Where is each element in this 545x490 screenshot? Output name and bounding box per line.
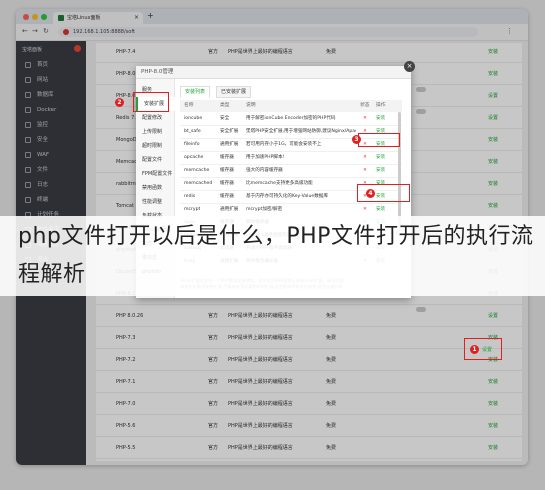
dialog-menu-item[interactable]: 上传限制 xyxy=(136,125,174,139)
marker-3: 3 xyxy=(352,135,361,144)
ext-name: ioncube xyxy=(184,116,203,121)
ext-type: 缓存器 xyxy=(220,155,234,160)
marker-4: 4 xyxy=(366,189,375,198)
table-row: ioncube 安全 用于解密ionCube Encoder加密的PHP代码 ✕ 安装 xyxy=(180,113,402,126)
col-status: 状态 xyxy=(360,103,370,108)
dialog-title: PHP-8.0管理 xyxy=(141,69,174,75)
title-banner: php文件打开以后是什么，PHP文件打开后的执行流程解析 xyxy=(0,216,545,296)
ext-type: 安全 xyxy=(220,116,230,121)
dialog-menu-item[interactable]: 配置文件 xyxy=(136,153,174,167)
article-title: php文件打开以后是什么，PHP文件打开后的执行流程解析 xyxy=(18,224,534,287)
col-type: 类型 xyxy=(220,103,230,108)
table-row: memcache 缓存器 强大的内容缓存器 ✕ 安装 xyxy=(180,165,402,178)
ext-desc: 比memcache支持更多高级功能 xyxy=(246,181,313,186)
dialog-menu-item[interactable]: 配置修改 xyxy=(136,111,174,125)
dialog-titlebar: PHP-8.0管理 xyxy=(136,66,411,79)
ext-name: memcache xyxy=(184,168,210,173)
ext-desc: 用于解密ionCube Encoder加密的PHP代码 xyxy=(246,116,336,121)
ext-type: 缓存器 xyxy=(220,181,234,186)
dialog-menu-item[interactable]: 性能调整 xyxy=(136,195,174,209)
status-not-installed-icon: ✕ xyxy=(363,207,367,212)
install-button[interactable]: 安装 xyxy=(376,204,385,216)
col-desc: 说明 xyxy=(246,103,256,108)
status-not-installed-icon: ✕ xyxy=(363,155,367,160)
ext-desc: mcrypt加密/解密 xyxy=(246,207,283,212)
ext-type: 缓存器 xyxy=(220,194,234,199)
ext-name: redis xyxy=(184,194,196,199)
ext-name: opcache xyxy=(184,155,204,160)
ext-type: 安全扩展 xyxy=(220,129,239,134)
tab-install-list[interactable]: 安装列表 xyxy=(180,86,211,98)
ext-type: 通用扩展 xyxy=(220,142,239,147)
ext-name: memcached xyxy=(184,181,213,186)
install-button[interactable]: 安装 xyxy=(376,113,385,125)
ext-type: 通用扩展 xyxy=(220,207,239,212)
install-button[interactable]: 安装 xyxy=(376,152,385,164)
table-header: 名称 类型 说明 状态 操作 xyxy=(180,100,402,112)
install-button[interactable]: 安装 xyxy=(376,165,385,177)
dialog-menu-item[interactable]: FPM配置文件 xyxy=(136,167,174,181)
marker-2: 2 xyxy=(115,98,124,107)
ext-name: mcrypt xyxy=(184,207,201,212)
ext-desc: 用于加速PHP脚本! xyxy=(246,155,285,160)
ext-name: fileinfo xyxy=(184,142,200,147)
php-settings-link[interactable]: 设置 xyxy=(482,346,492,353)
ext-desc: 基于内存亦可持久化的Key-Value数据库 xyxy=(246,194,328,199)
tab-installed-ext[interactable]: 已安装扩展 xyxy=(216,86,252,98)
col-name: 名称 xyxy=(184,103,194,108)
scrollbar[interactable] xyxy=(398,112,401,232)
ext-desc: 若可用内存小于1G，可能会安装不上 xyxy=(246,142,322,147)
dialog-close-button[interactable]: × xyxy=(404,61,415,72)
ext-desc: 堡塔PHP安全扩展,用于增强网站防御,建议Nginx/Apache用户安装 xyxy=(246,129,356,134)
marker-1: 1 xyxy=(470,345,479,354)
ext-type: 缓存器 xyxy=(220,168,234,173)
highlight-fileinfo-install xyxy=(358,133,400,147)
status-not-installed-icon: ✕ xyxy=(363,116,367,121)
col-action: 操作 xyxy=(376,103,386,108)
status-not-installed-icon: ✕ xyxy=(363,168,367,173)
dialog-menu-item[interactable]: 超时限制 xyxy=(136,139,174,153)
ext-desc: 强大的内容缓存器 xyxy=(246,168,283,173)
ext-name: bt_safe xyxy=(184,129,201,134)
highlight-install-ext xyxy=(133,92,169,112)
highlight-redis-install xyxy=(357,184,410,202)
table-row: opcache 缓存器 用于加速PHP脚本! ✕ 安装 xyxy=(180,152,402,165)
dialog-menu-item[interactable]: 禁用函数 xyxy=(136,181,174,195)
